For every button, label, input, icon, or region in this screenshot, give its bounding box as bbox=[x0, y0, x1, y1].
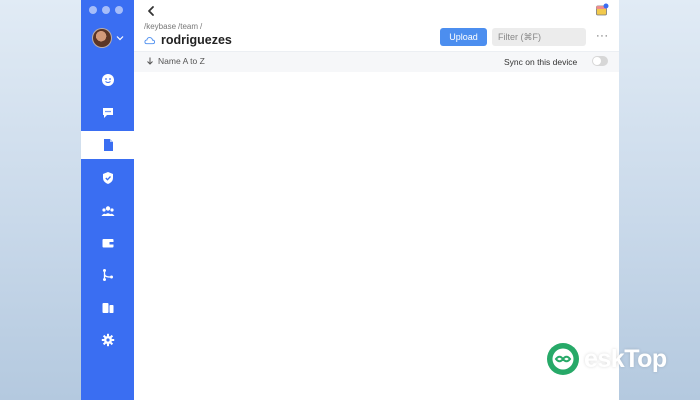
watermark-logo-icon bbox=[547, 343, 579, 375]
close-window-button[interactable] bbox=[89, 6, 97, 14]
notification-calendar-icon[interactable] bbox=[595, 3, 609, 17]
sidebar-item-devices[interactable] bbox=[81, 294, 134, 322]
breadcrumb-keybase[interactable]: /keybase bbox=[144, 22, 176, 31]
sidebar bbox=[81, 0, 134, 400]
main-panel: /keybase /team / rodriguezes Upload Filt… bbox=[134, 0, 619, 400]
chevron-down-icon bbox=[116, 36, 124, 41]
page-title: rodriguezes bbox=[161, 33, 232, 47]
watermark: eskTop bbox=[545, 341, 667, 377]
file-icon bbox=[103, 139, 113, 151]
arrow-down-icon bbox=[147, 57, 153, 65]
people-icon bbox=[101, 74, 114, 86]
sidebar-item-wallet[interactable] bbox=[81, 229, 134, 257]
sort-label: Name A to Z bbox=[158, 56, 205, 66]
sidebar-item-security[interactable] bbox=[81, 164, 134, 192]
sidebar-item-git[interactable] bbox=[81, 261, 134, 289]
breadcrumb: /keybase /team / bbox=[144, 22, 202, 31]
cloud-icon bbox=[144, 36, 155, 44]
minimize-window-button[interactable] bbox=[102, 6, 110, 14]
sidebar-item-teams[interactable] bbox=[81, 197, 134, 225]
shield-icon bbox=[102, 172, 113, 184]
sidebar-item-settings[interactable] bbox=[81, 326, 134, 354]
filter-input[interactable]: Filter (⌘F) bbox=[492, 28, 586, 46]
sort-button[interactable]: Name A to Z bbox=[146, 56, 205, 66]
window-controls bbox=[89, 6, 123, 14]
more-options-button[interactable]: ··· bbox=[596, 30, 609, 42]
watermark-text: eskTop bbox=[584, 344, 667, 373]
sync-label: Sync on this device bbox=[504, 57, 578, 67]
sidebar-item-people[interactable] bbox=[81, 66, 134, 94]
breadcrumb-separator: / bbox=[200, 22, 203, 31]
team-icon bbox=[101, 206, 114, 216]
zoom-window-button[interactable] bbox=[115, 6, 123, 14]
git-icon bbox=[102, 269, 113, 281]
back-arrow-icon[interactable] bbox=[144, 4, 158, 18]
sidebar-item-chat[interactable] bbox=[81, 99, 134, 127]
sync-toggle[interactable] bbox=[592, 56, 608, 66]
gear-icon bbox=[101, 333, 114, 347]
breadcrumb-team[interactable]: /team bbox=[178, 22, 198, 31]
file-toolbar: Name A to Z Sync on this device bbox=[134, 52, 619, 72]
sidebar-item-files[interactable] bbox=[81, 131, 134, 159]
upload-button[interactable]: Upload bbox=[440, 28, 487, 46]
app-window: /keybase /team / rodriguezes Upload Filt… bbox=[81, 0, 619, 400]
avatar bbox=[92, 28, 112, 48]
chat-icon bbox=[102, 108, 113, 118]
wallet-icon bbox=[102, 239, 113, 248]
account-switcher[interactable] bbox=[92, 28, 124, 48]
devices-icon bbox=[102, 303, 113, 313]
folder-title-row: rodriguezes bbox=[144, 33, 232, 47]
